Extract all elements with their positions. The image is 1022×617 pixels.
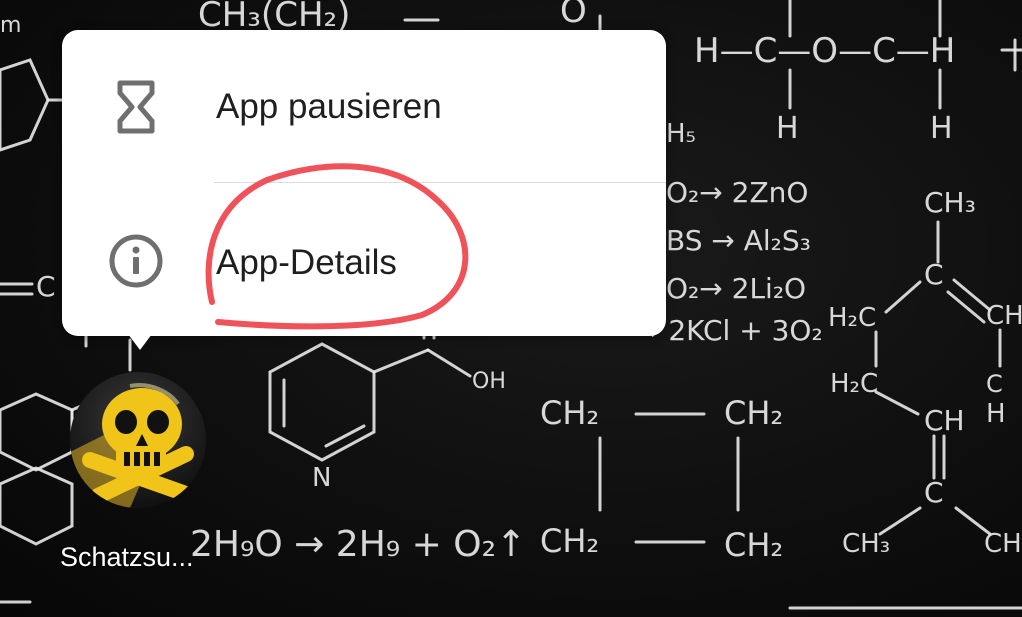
menu-item-pause-app[interactable]: App pausieren: [62, 30, 666, 180]
chalk-formula: H₅: [666, 119, 696, 149]
chalk-formula: CH₂: [540, 522, 599, 560]
chalk-formula: CH₂: [540, 394, 599, 432]
app-shortcut-menu: App pausieren App-Details: [62, 30, 666, 336]
chalk-formula: O: [560, 0, 587, 31]
chalk-formula: H—C—O—C—H: [694, 31, 955, 71]
chalk-formula: m: [0, 13, 21, 38]
chalk-formula: CH: [986, 301, 1022, 331]
chalk-formula: C: [924, 476, 944, 509]
menu-pointer: [128, 334, 152, 350]
menu-divider: [214, 182, 666, 183]
chalk-formula: OH: [472, 369, 506, 394]
menu-item-label: App pausieren: [216, 87, 442, 126]
chalk-formula: H₂C: [828, 303, 876, 333]
chalk-formula: CH: [924, 404, 965, 437]
app-shortcut-schatzsuche[interactable]: Schatzsu...: [56, 368, 226, 583]
chalk-formula: C: [924, 258, 944, 291]
chalk-formula: CH₂: [724, 526, 783, 564]
chalk-formula: C: [986, 370, 1003, 398]
chalk-formula: O₂→ 2ZnO: [666, 176, 808, 209]
info-icon: [106, 231, 166, 291]
chalk-formula: H: [986, 399, 1006, 429]
chalk-formula: CH₂: [724, 394, 783, 432]
chalk-formula: H: [930, 111, 953, 146]
chalk-formula: BS → Al₂S₃: [666, 224, 811, 257]
chalk-formula: CH₃: [924, 186, 976, 219]
chalk-formula: N: [312, 463, 331, 493]
chalk-formula: H: [776, 111, 799, 146]
menu-item-app-details[interactable]: App-Details: [62, 184, 666, 334]
hourglass-icon: [106, 77, 166, 137]
chalk-formula: 2H₉O → 2H₉ + O₂↑: [190, 524, 526, 565]
app-label: Schatzsu...: [60, 542, 194, 572]
menu-item-label: App-Details: [216, 243, 397, 282]
chalk-formula: C: [36, 270, 56, 303]
skull-crossbones-icon: [70, 372, 206, 508]
chalk-formula: H₂C: [830, 369, 878, 399]
chalk-formula: O₂→ 2Li₂O: [666, 272, 806, 305]
